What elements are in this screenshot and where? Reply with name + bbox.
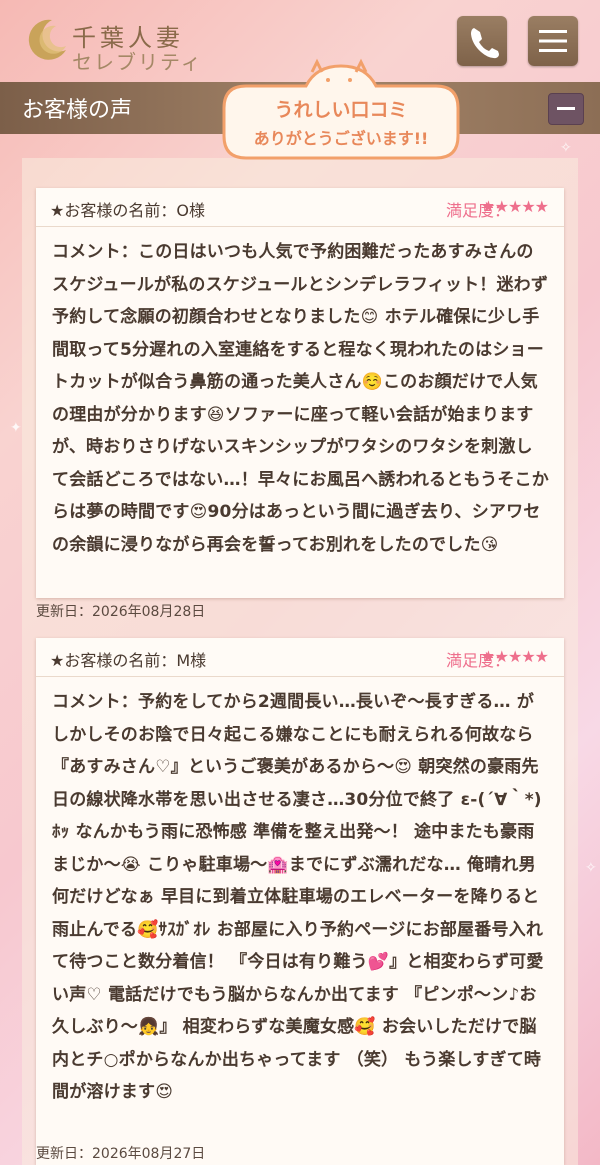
sparkle-decoration: ✧ (560, 140, 572, 156)
sparkle-decoration: ✦ (10, 420, 22, 436)
badge-line2: ありがとうございます!! (254, 129, 429, 148)
logo-subtitle: セレブリティ (72, 50, 203, 74)
reviews-container: ★お客様の名前：O様 満足度： ★★★★★ コメント：この日はいつも人気で予約困… (22, 158, 578, 1165)
rating-stars: ★★★★★ (481, 197, 549, 216)
review-card: ★お客様の名前：M様 満足度： ★★★★★ コメント：予約をしてから2週間長い…… (36, 638, 564, 1165)
hamburger-menu-icon (539, 30, 567, 52)
review-comment: コメント：この日はいつも人気で予約困難だったあすみさんのスケジュールが私のスケジ… (52, 242, 549, 555)
reviewer-name: ★お客様の名前：M様 (50, 651, 207, 670)
review-header: ★お客様の名前：O様 満足度： ★★★★★ (36, 188, 564, 227)
review-date: 更新日：2026年08月27日 (36, 1146, 206, 1162)
speech-bubble-icon: うれしい口コミ ありがとうございます!! (222, 58, 460, 160)
rating-stars: ★★★★★ (481, 647, 549, 666)
review-card: ★お客様の名前：O様 満足度： ★★★★★ コメント：この日はいつも人気で予約困… (36, 188, 564, 598)
minus-icon (557, 107, 575, 110)
crescent-moon-icon (28, 19, 67, 60)
review-header: ★お客様の名前：M様 満足度： ★★★★★ (36, 638, 564, 677)
badge-line1: うれしい口コミ (274, 99, 407, 121)
site-logo[interactable]: 千葉人妻 セレブリティ (20, 12, 220, 74)
review-date: 更新日：2026年08月28日 (36, 604, 206, 620)
thanks-badge: うれしい口コミ ありがとうございます!! (216, 48, 466, 173)
review-comment: コメント：予約をしてから2週間長い…長いぞ〜長すぎる… がしかしそのお陰で日々起… (52, 692, 544, 1102)
sparkle-decoration: ✧ (585, 860, 597, 876)
collapse-button[interactable] (548, 93, 584, 125)
section-title: お客様の声 (22, 98, 133, 123)
reviewer-name: ★お客様の名前：O様 (50, 201, 205, 220)
menu-button[interactable] (528, 16, 578, 66)
